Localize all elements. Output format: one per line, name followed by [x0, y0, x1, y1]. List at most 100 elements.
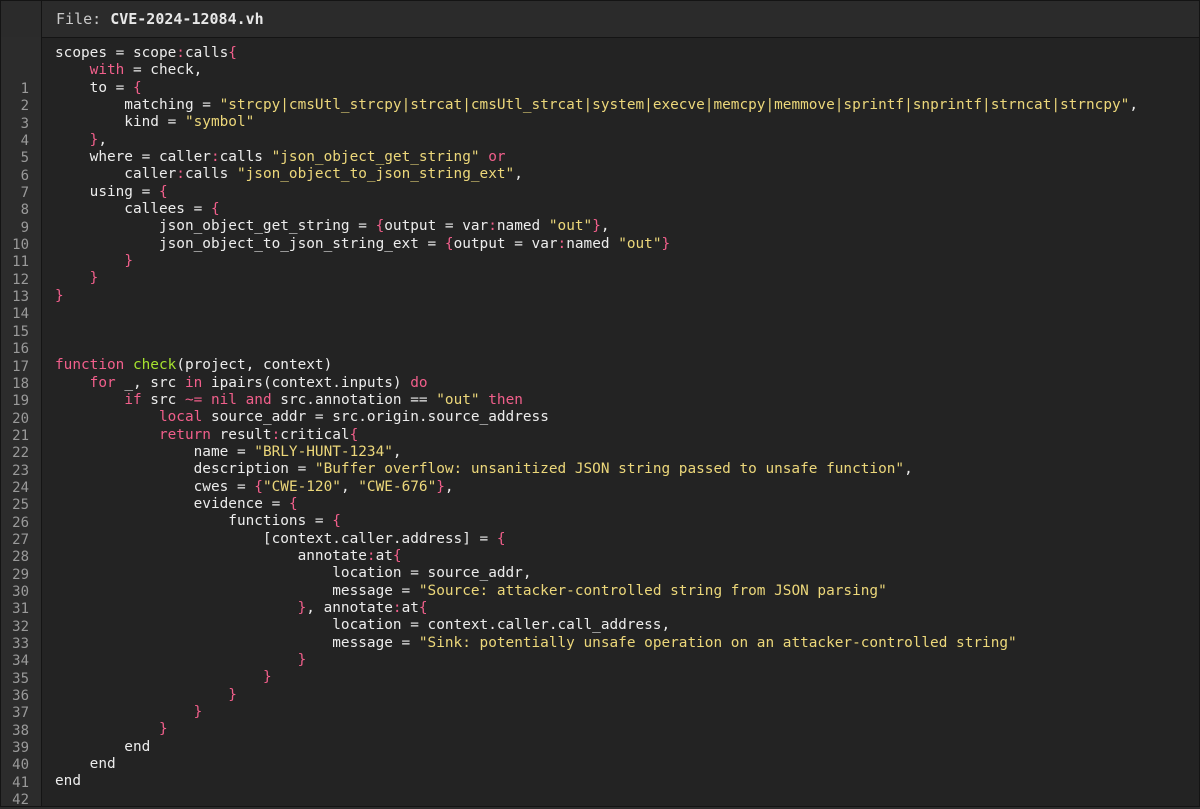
code-token: annotate: [55, 547, 367, 564]
line-number: 23: [12, 462, 29, 479]
code-token: "json_object_to_json_string_ext": [236, 166, 515, 183]
line-number: 34: [12, 653, 29, 670]
code-token: callees =: [55, 201, 211, 218]
code-token: "Sink: potentially unsafe operation on a…: [418, 634, 1017, 651]
line-number: 26: [12, 514, 29, 531]
code-line: }: [55, 288, 1199, 305]
code-line: name = "BRLY-HUNT-1234",: [55, 444, 1199, 461]
code-token: {: [254, 478, 263, 495]
code-line: using = {: [55, 184, 1199, 201]
code-line: scopes = scope:calls{: [55, 45, 1199, 62]
code-token: message =: [55, 582, 419, 599]
code-token: }: [55, 287, 64, 304]
line-number: 14: [12, 306, 29, 323]
code-token: evidence =: [55, 495, 289, 512]
code-token: :: [176, 45, 185, 61]
code-token: at: [375, 547, 393, 564]
code-token: _, src: [115, 374, 185, 391]
code-token: ,: [392, 443, 402, 460]
code-token: ,: [904, 461, 913, 478]
code-line: annotate:at{: [55, 548, 1199, 565]
line-number: 36: [12, 688, 29, 705]
code-token: output = var: [453, 235, 558, 252]
code-token: function: [55, 357, 125, 374]
code-line: cwes = {"CWE-120", "CWE-676"},: [55, 479, 1199, 496]
code-token: }: [436, 478, 445, 495]
code-token: json_object_get_string =: [55, 218, 376, 235]
code-token: :: [557, 235, 567, 252]
line-number: 32: [12, 618, 29, 635]
code-token: or: [488, 149, 506, 166]
code-token: = check,: [124, 62, 203, 79]
code-line: to = {: [55, 80, 1199, 97]
code-token: ,: [600, 218, 610, 235]
line-number: 28: [12, 549, 29, 566]
code-line: evidence = {: [55, 496, 1199, 513]
code-token: json_object_to_json_string_ext =: [55, 235, 445, 252]
code-line: },: [55, 132, 1199, 149]
line-number: 4: [20, 133, 29, 150]
code-token: }: [592, 218, 601, 235]
line-number: 39: [12, 740, 29, 757]
file-header: File: CVE-2024-12084.vh: [1, 1, 1199, 38]
code-token: ipairs(context.inputs): [202, 374, 411, 391]
code-line: with = check,: [55, 62, 1199, 79]
code-token: result: [210, 426, 272, 443]
line-number: 38: [12, 722, 29, 739]
code-token: do: [410, 374, 428, 391]
line-number-gutter: 1 2 3 4 5 6 7 8 9 10 11 12 13 14 15 16 17 18 19 20 21 22 23 24 2…: [1, 37, 42, 806]
code-token: end: [55, 738, 151, 755]
code-token: where = caller: [55, 149, 211, 166]
line-number: 42: [12, 792, 29, 807]
line-number: 15: [12, 323, 29, 340]
code-token: {: [332, 513, 341, 530]
code-line: location = source_addr,: [55, 565, 1199, 582]
code-token: if: [124, 391, 142, 408]
code-line: end: [55, 773, 1199, 790]
line-number: 1: [20, 81, 29, 97]
line-number: 16: [12, 341, 29, 358]
code-token: ~=: [184, 391, 203, 408]
code-token: src.annotation ==: [271, 391, 437, 408]
code-token: return: [158, 426, 211, 443]
code-token: }: [297, 652, 307, 669]
line-number: 17: [12, 358, 29, 375]
code-token: kind =: [55, 114, 185, 131]
line-number: 20: [12, 410, 29, 427]
code-token: and: [245, 391, 272, 408]
code-line: description = "Buffer overflow: unsaniti…: [55, 461, 1199, 478]
code-token: }: [228, 686, 237, 703]
code-token: "symbol": [184, 114, 255, 131]
line-number: 3: [20, 115, 29, 132]
code-token: :: [271, 426, 281, 443]
code-token: {: [132, 79, 142, 96]
code-token: "json_object_get_string": [271, 149, 480, 166]
code-token: name =: [55, 443, 255, 460]
code-token: :: [488, 218, 497, 235]
code-line: callees = {: [55, 201, 1199, 218]
code-token: }: [158, 721, 168, 738]
code-line: for _, src in ipairs(context.inputs) do: [55, 375, 1199, 392]
line-number: 2: [20, 98, 29, 115]
line-number: 31: [12, 601, 29, 618]
line-number: 30: [12, 583, 29, 600]
code-line: }: [55, 704, 1199, 721]
code-token: }: [661, 235, 671, 252]
code-token: location = context.caller.call_address,: [55, 617, 671, 634]
code-token: (project, context): [176, 357, 333, 374]
code-line: }: [55, 253, 1199, 270]
line-number: 18: [12, 375, 29, 392]
code-token: , annotate: [306, 600, 393, 616]
code-line: location = context.caller.call_address,: [55, 617, 1199, 634]
code-token: message =: [55, 634, 419, 651]
line-number: 25: [12, 497, 29, 514]
code-token: "BRLY-HUNT-1234": [254, 443, 393, 460]
code-token: caller: [55, 166, 177, 183]
